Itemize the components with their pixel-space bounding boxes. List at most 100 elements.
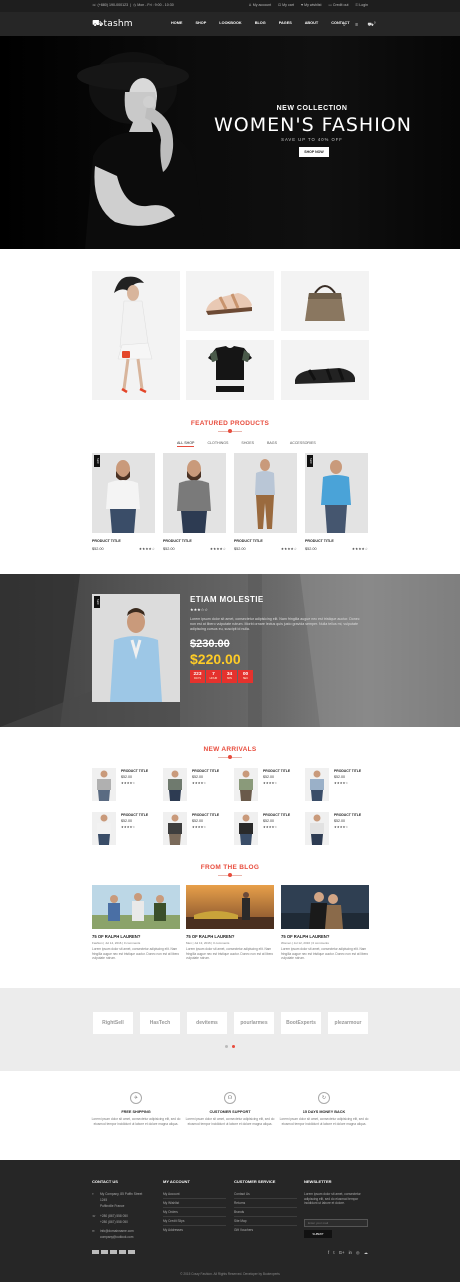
arrival-title[interactable]: PRODUCT TITLE bbox=[334, 813, 361, 817]
arrival-item[interactable]: PRODUCT TITLE $52.00 ★★★★☆ bbox=[92, 812, 155, 846]
product-card[interactable]: NEW PRODUCT TITLE $52.00 ★★★★☆ bbox=[305, 453, 368, 563]
product-image[interactable]: NEW bbox=[92, 453, 155, 533]
footer-link-gift-vouchers[interactable]: Gift Vouchers bbox=[234, 1228, 253, 1232]
category-women[interactable] bbox=[92, 271, 180, 400]
category-bags[interactable] bbox=[281, 271, 369, 331]
arrival-image[interactable] bbox=[234, 768, 258, 801]
arrival-item[interactable]: PRODUCT TITLE $52.00 ★★★★☆ bbox=[305, 768, 368, 802]
tab-shoes[interactable]: SHOES bbox=[241, 441, 254, 445]
footer-link-my-wishlist[interactable]: My Wishlist bbox=[163, 1201, 179, 1205]
newsletter-submit-button[interactable]: SUBMIT bbox=[304, 1230, 332, 1238]
product-card[interactable]: NEW PRODUCT TITLE $52.00 ★★★★☆ bbox=[92, 453, 155, 563]
tab-all-shop[interactable]: ALL SHOP bbox=[177, 441, 195, 447]
my-account-link[interactable]: ♙ My account bbox=[249, 3, 272, 7]
blog-post-title[interactable]: 75 OF RALPH LAUREN? bbox=[92, 934, 140, 939]
arrival-item[interactable]: PRODUCT TITLE $52.00 ★★★★☆ bbox=[305, 812, 368, 846]
product-title[interactable]: PRODUCT TITLE bbox=[92, 539, 121, 543]
nav-shop[interactable]: SHOP bbox=[195, 21, 206, 25]
soundcloud-icon[interactable]: ☁ bbox=[364, 1250, 368, 1255]
arrival-image[interactable] bbox=[163, 768, 187, 801]
footer-link-site-map[interactable]: Site Map bbox=[234, 1219, 247, 1223]
product-card[interactable]: PRODUCT TITLE $52.00 ★★★★☆ bbox=[163, 453, 226, 563]
footer-email[interactable]: company@outlook.com bbox=[100, 1235, 133, 1239]
arrival-image[interactable] bbox=[305, 812, 329, 845]
product-title[interactable]: PRODUCT TITLE bbox=[163, 539, 192, 543]
arrival-title[interactable]: PRODUCT TITLE bbox=[121, 813, 148, 817]
footer-link-credit-slips[interactable]: My Credit Slips bbox=[163, 1219, 184, 1223]
carousel-dot[interactable] bbox=[225, 1045, 228, 1048]
login-link[interactable]: ⚿ Login bbox=[355, 3, 368, 7]
arrival-item[interactable]: PRODUCT TITLE $52.00 ★★★★☆ bbox=[163, 812, 226, 846]
blog-post[interactable]: 75 OF RALPH LAUREN? Men | Jul 13, 2016 |… bbox=[186, 885, 274, 975]
product-title[interactable]: PRODUCT TITLE bbox=[305, 539, 334, 543]
product-image[interactable]: NEW bbox=[305, 453, 368, 533]
blog-image[interactable] bbox=[92, 885, 180, 929]
site-logo[interactable]: ⛟tashm bbox=[92, 19, 133, 30]
blog-post[interactable]: 75 OF RALPH LAUREN? Fashion | Jul 14, 20… bbox=[92, 885, 180, 975]
footer-link-my-orders[interactable]: My Orders bbox=[163, 1210, 178, 1214]
linkedin-icon[interactable]: in bbox=[349, 1250, 352, 1255]
nav-about[interactable]: ABOUT bbox=[305, 21, 319, 25]
brand-logo-rightsell[interactable]: RightSell bbox=[93, 1012, 133, 1034]
shop-now-button[interactable]: SHOP NOW bbox=[299, 147, 329, 157]
arrival-title[interactable]: PRODUCT TITLE bbox=[334, 769, 361, 773]
brand-logo-hastech[interactable]: HasTech bbox=[140, 1012, 180, 1034]
blog-image[interactable] bbox=[186, 885, 274, 929]
facebook-icon[interactable]: f bbox=[328, 1250, 329, 1255]
arrival-title[interactable]: PRODUCT TITLE bbox=[263, 813, 290, 817]
settings-icon[interactable]: ≡ bbox=[355, 22, 358, 28]
blog-post-title[interactable]: 75 OF RALPH LAUREN? bbox=[186, 934, 234, 939]
nav-blog[interactable]: BLOG bbox=[255, 21, 266, 25]
category-accessories[interactable] bbox=[281, 340, 369, 400]
arrival-image[interactable] bbox=[92, 812, 116, 845]
arrival-image[interactable] bbox=[305, 768, 329, 801]
arrival-title[interactable]: PRODUCT TITLE bbox=[263, 769, 290, 773]
my-wishlist-link[interactable]: ♥ My wishlist bbox=[301, 3, 322, 7]
arrival-image[interactable] bbox=[234, 812, 258, 845]
deal-product-name[interactable]: ETIAM MOLESTIE bbox=[190, 595, 264, 604]
arrival-item[interactable]: PRODUCT TITLE $52.00 ★★★★☆ bbox=[92, 768, 155, 802]
footer-link-contact-us[interactable]: Contact Us bbox=[234, 1192, 250, 1196]
product-image[interactable] bbox=[234, 453, 297, 533]
nav-lookbook[interactable]: LOOKBOOK bbox=[219, 21, 241, 25]
search-icon[interactable]: ⌕ bbox=[343, 22, 346, 28]
deal-product-image[interactable]: NEW bbox=[92, 594, 180, 702]
arrival-item[interactable]: PRODUCT TITLE $52.00 ★★★★☆ bbox=[234, 812, 297, 846]
carousel-dot-active[interactable] bbox=[232, 1045, 235, 1048]
tab-accessories[interactable]: ACCESSORIES bbox=[290, 441, 316, 445]
footer-link-addresses[interactable]: My Addresses bbox=[163, 1228, 183, 1232]
footer-link-brands[interactable]: Brands bbox=[234, 1210, 244, 1214]
footer-email[interactable]: info@domainname.com bbox=[100, 1229, 134, 1233]
tab-clothings[interactable]: CLOTHINGS bbox=[207, 441, 228, 445]
arrival-item[interactable]: PRODUCT TITLE $52.00 ★★★★☆ bbox=[163, 768, 226, 802]
arrival-image[interactable] bbox=[163, 812, 187, 845]
nav-home[interactable]: HOME bbox=[171, 21, 182, 25]
brand-logo-pourlarmes[interactable]: pourlarmes bbox=[234, 1012, 274, 1034]
credit-out-link[interactable]: ▭ Credit out bbox=[328, 3, 348, 7]
brand-logo-devitems[interactable]: devitems bbox=[187, 1012, 227, 1034]
brand-logo-bootexperts[interactable]: BootExperts bbox=[281, 1012, 321, 1034]
blog-image[interactable] bbox=[281, 885, 369, 929]
footer-link-returns[interactable]: Returns bbox=[234, 1201, 245, 1205]
newsletter-email-input[interactable] bbox=[304, 1219, 368, 1227]
arrival-item[interactable]: PRODUCT TITLE $52.00 ★★★★☆ bbox=[234, 768, 297, 802]
arrival-title[interactable]: PRODUCT TITLE bbox=[192, 813, 219, 817]
nav-pages[interactable]: PAGES bbox=[279, 21, 292, 25]
arrival-title[interactable]: PRODUCT TITLE bbox=[192, 769, 219, 773]
twitter-icon[interactable]: t bbox=[333, 1250, 334, 1255]
category-clothings[interactable] bbox=[186, 340, 274, 400]
category-shoes[interactable] bbox=[186, 271, 274, 331]
product-title[interactable]: PRODUCT TITLE bbox=[234, 539, 263, 543]
blog-post-title[interactable]: 75 OF RALPH LAUREN? bbox=[281, 934, 329, 939]
tab-bags[interactable]: BAGS bbox=[267, 441, 277, 445]
google-plus-icon[interactable]: G+ bbox=[339, 1250, 345, 1255]
product-image[interactable] bbox=[163, 453, 226, 533]
header-cart-icon[interactable]: ⛟0 bbox=[368, 20, 376, 28]
arrival-title[interactable]: PRODUCT TITLE bbox=[121, 769, 148, 773]
arrival-image[interactable] bbox=[92, 768, 116, 801]
brand-logo-plezarmour[interactable]: plezarmour bbox=[328, 1012, 368, 1034]
instagram-icon[interactable]: ◎ bbox=[356, 1250, 360, 1255]
my-cart-link[interactable]: ⊡ My cart bbox=[278, 3, 294, 7]
footer-link-my-account[interactable]: My Account bbox=[163, 1192, 179, 1196]
product-card[interactable]: PRODUCT TITLE $52.00 ★★★★☆ bbox=[234, 453, 297, 563]
